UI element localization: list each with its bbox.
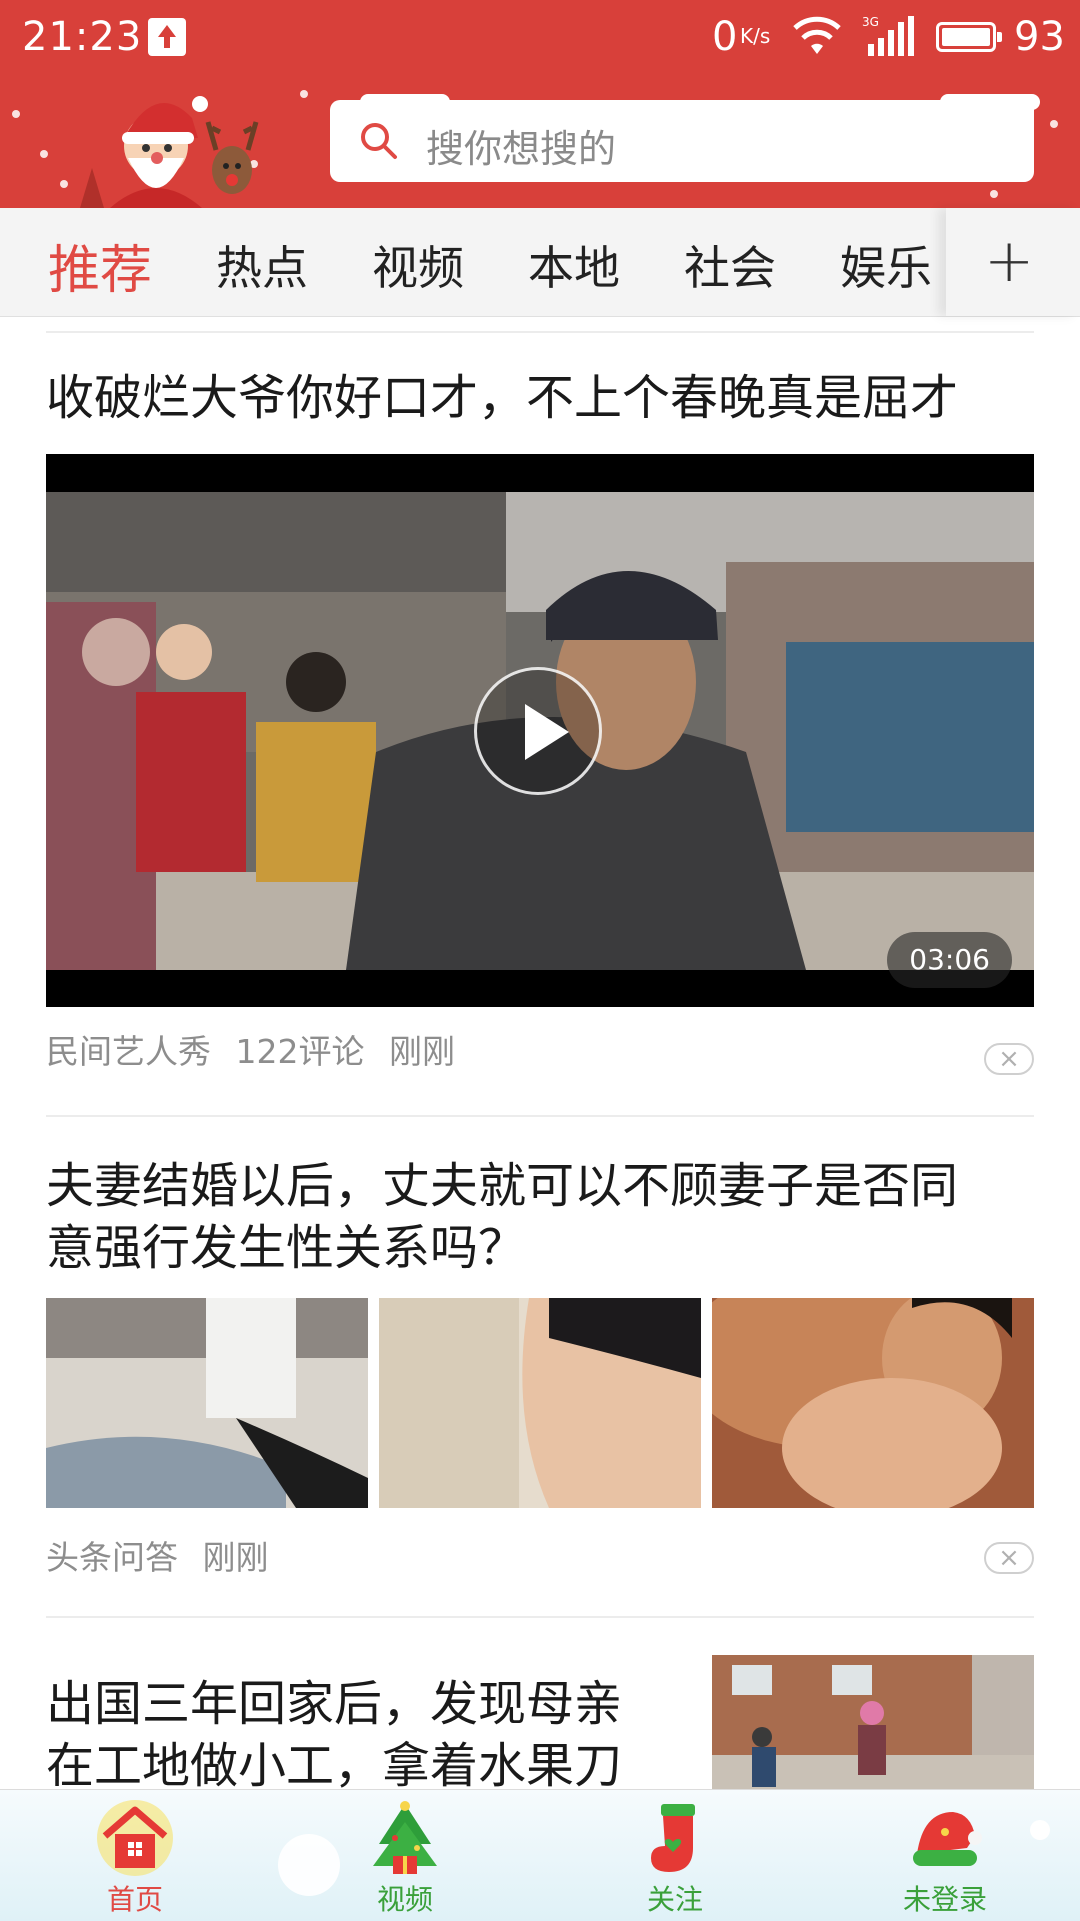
santa-hat-icon xyxy=(913,1812,982,1866)
tab-local[interactable]: 本地 xyxy=(528,232,620,298)
dismiss-button[interactable]: × xyxy=(984,1542,1034,1574)
tab-recommend[interactable]: 推荐 xyxy=(48,228,152,303)
dismiss-button[interactable]: × xyxy=(984,1043,1034,1075)
nav-label: 首页 xyxy=(106,1883,163,1916)
thumbnail-image[interactable] xyxy=(46,1298,368,1508)
title-line: 在工地做小工，拿着水果刀 xyxy=(46,1738,623,1789)
nav-profile[interactable]: 未登录 xyxy=(810,1790,1080,1921)
divider xyxy=(46,331,1034,333)
nav-home[interactable]: 首页 xyxy=(0,1790,270,1921)
santa-logo-icon xyxy=(80,96,259,208)
title-line: 意强行发生性关系吗？ xyxy=(46,1220,527,1276)
header: 21:23 0 K/s 3G 93 搜你想搜的 xyxy=(0,0,1080,208)
home-icon xyxy=(97,1800,173,1876)
tab-hot[interactable]: 热点 xyxy=(216,232,308,298)
plus-icon: + xyxy=(984,226,1035,296)
publish-time: 刚刚 xyxy=(202,1538,269,1577)
net-speed-unit: K/s xyxy=(740,24,771,48)
comment-count: 122评论 xyxy=(235,1032,365,1071)
status-bar: 21:23 0 K/s 3G 93 xyxy=(0,0,1080,76)
video-duration: 03:06 xyxy=(887,932,1012,988)
nav-label: 未登录 xyxy=(902,1883,987,1916)
article-meta: 头条问答 刚刚 xyxy=(46,1531,283,1579)
wifi-icon xyxy=(793,16,841,54)
divider xyxy=(46,1115,1034,1117)
publish-time: 刚刚 xyxy=(389,1032,455,1071)
upload-notification-icon xyxy=(148,18,186,56)
source-name[interactable]: 民间艺人秀 xyxy=(46,1032,211,1071)
christmas-tree-icon xyxy=(373,1801,437,1874)
article-title[interactable]: 收破烂大爷你好口才，不上个春晚真是屈才 xyxy=(46,367,958,429)
net-speed: 0 xyxy=(712,14,738,60)
battery-icon xyxy=(936,22,1002,52)
article-meta: 民间艺人秀 122评论 刚刚 xyxy=(46,1025,469,1073)
search-placeholder: 搜你想搜的 xyxy=(426,127,617,171)
video-player[interactable]: 03:06 xyxy=(46,454,1034,1007)
article-title[interactable]: 出国三年回家后，发现母亲 在工地做小工，拿着水果刀 xyxy=(46,1673,622,1789)
source-name[interactable]: 头条问答 xyxy=(46,1538,178,1577)
thumbnail-image[interactable] xyxy=(712,1298,1034,1508)
article-title[interactable]: 夫妻结婚以后，丈夫就可以不顾妻子是否同 意强行发生性关系吗？ xyxy=(46,1155,958,1279)
signal-type-label: 3G xyxy=(862,15,879,29)
news-feed[interactable]: 收破烂大爷你好口才，不上个春晚真是屈才 03:06 民间艺人秀 122评论 刚刚… xyxy=(0,317,1080,1789)
thumbnail-image[interactable] xyxy=(379,1298,701,1508)
channel-tabs: 推荐 热点 视频 本地 社会 娱乐 + xyxy=(0,208,1080,317)
stocking-icon xyxy=(651,1804,695,1872)
search-input[interactable]: 搜你想搜的 xyxy=(330,100,1034,182)
nav-follow[interactable]: 关注 xyxy=(540,1790,810,1921)
search-icon xyxy=(361,123,397,159)
thumbnail-image[interactable] xyxy=(712,1655,1034,1789)
tab-video[interactable]: 视频 xyxy=(372,232,464,298)
tab-entertainment[interactable]: 娱乐 xyxy=(840,232,932,298)
tab-society[interactable]: 社会 xyxy=(684,232,776,298)
nav-label: 关注 xyxy=(646,1883,703,1916)
battery-percent: 93 xyxy=(1014,14,1065,60)
title-line: 出国三年回家后，发现母亲 xyxy=(46,1676,623,1732)
nav-video[interactable]: 视频 xyxy=(270,1790,540,1921)
title-line: 夫妻结婚以后，丈夫就可以不顾妻子是否同 xyxy=(46,1158,959,1214)
divider xyxy=(46,1616,1034,1618)
bottom-navigation: 首页 视频 关注 未登录 xyxy=(0,1789,1080,1921)
nav-label: 视频 xyxy=(376,1883,433,1916)
add-channel-button[interactable]: + xyxy=(946,208,1080,316)
play-button[interactable] xyxy=(474,667,602,795)
status-time: 21:23 xyxy=(22,14,143,60)
cellular-signal-icon: 3G xyxy=(862,15,914,56)
